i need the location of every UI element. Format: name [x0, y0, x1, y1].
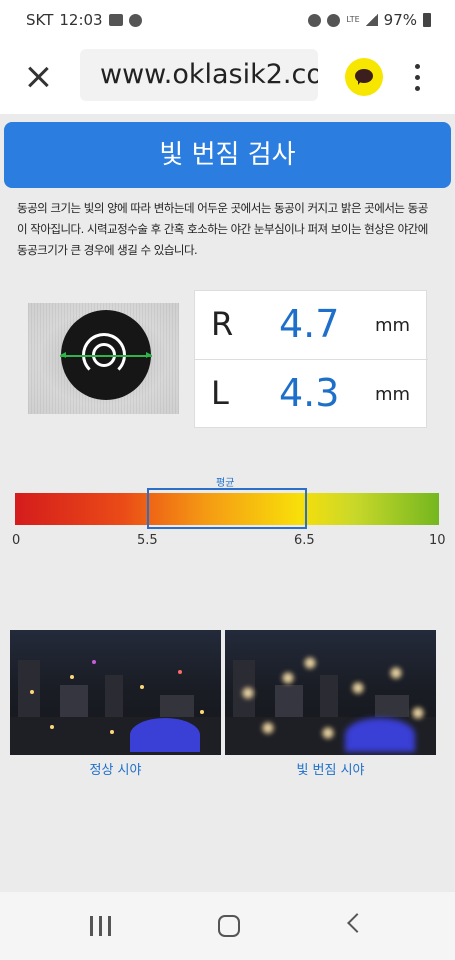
light-blur-vision-photo: [225, 630, 436, 755]
measurement-row-left: L 4.3 mm: [195, 360, 428, 429]
close-icon[interactable]: [24, 62, 54, 92]
alarm-icon: [308, 13, 322, 27]
light-blur-vision-caption: 빛 번짐 시야: [296, 763, 365, 778]
battery-icon: [423, 13, 431, 27]
normal-vision-photo: [10, 630, 221, 755]
recent-apps-icon[interactable]: [90, 916, 112, 936]
message-icon: [108, 14, 123, 26]
side-label: L: [211, 374, 229, 412]
scale-tick: 0: [12, 533, 21, 548]
url-text: www.oklasik2.co: [100, 59, 318, 90]
home-icon[interactable]: [218, 915, 240, 937]
pupil-width-arrow-icon: [60, 352, 152, 358]
system-navigation-bar: [0, 892, 455, 960]
wifi-call-icon: [327, 13, 341, 27]
page-title: 빛 번짐 검사: [4, 122, 451, 188]
signal-icon: [365, 14, 378, 26]
unit-label: mm: [375, 315, 411, 336]
scale-tick: 6.5: [294, 533, 315, 548]
carrier-label: SKT: [26, 11, 54, 29]
pupil-photo: [28, 303, 179, 414]
kakaotalk-icon[interactable]: [345, 58, 383, 96]
battery-percent: 97%: [383, 11, 417, 29]
average-range-box: [147, 488, 307, 529]
average-label: 평균: [216, 478, 235, 489]
back-icon[interactable]: [347, 913, 367, 933]
lte-label: LTE: [346, 15, 360, 24]
measurement-row-right: R 4.7 mm: [195, 291, 428, 360]
description-text: 동공의 크기는 빛의 양에 따라 변하는데 어두운 곳에서는 동공이 커지고 밝…: [17, 201, 428, 257]
unit-label: mm: [375, 384, 411, 405]
scale-tick: 10: [429, 533, 446, 548]
url-bar[interactable]: www.oklasik2.co: [80, 49, 318, 101]
scale-tick: 5.5: [137, 533, 158, 548]
pupil-size-value: 4.3: [279, 371, 340, 415]
side-label: R: [211, 305, 234, 343]
clock: 12:03: [59, 11, 103, 29]
more-vert-icon[interactable]: [405, 62, 429, 92]
browser-toolbar: www.oklasik2.co: [0, 40, 455, 114]
normal-vision-caption: 정상 시야: [89, 763, 142, 778]
talk-notification-icon: [128, 13, 142, 27]
pupil-measurement-card: R 4.7 mm L 4.3 mm: [194, 290, 428, 429]
status-bar: SKT 12:03 LTE 97%: [0, 0, 455, 40]
pupil-size-value: 4.7: [279, 302, 340, 346]
